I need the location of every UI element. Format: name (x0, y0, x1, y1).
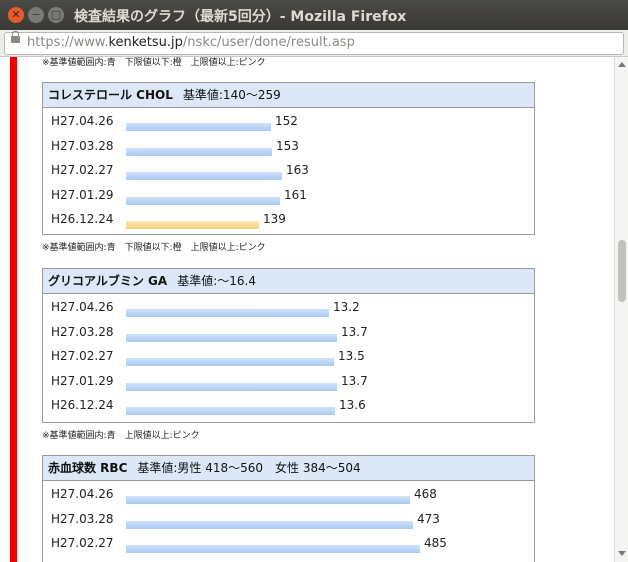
scrollbar-thumb[interactable] (618, 240, 626, 302)
url-path: /nskc/user/done/result.asp (182, 35, 355, 50)
window-title: 検査結果のグラフ（最新5回分）- Mozilla Firefox (74, 9, 407, 25)
chol-value-bar (126, 147, 272, 156)
ga-value-bar (126, 358, 334, 366)
rbc-date-label: H27.03.28 (51, 511, 114, 526)
rbc-date-label: H27.02.27 (51, 536, 114, 550)
ga-date-label: H27.02.27 (51, 349, 114, 363)
rbc-header: 赤血球数 RBC 基準値:男性 418〜560 女性 384〜504 (43, 456, 534, 481)
ga-panel: グリコアルブミン GA 基準値:〜16.4 H27.04.26 13.2 H27.03… (42, 268, 535, 423)
chol-date-label: H27.01.29 (51, 187, 114, 202)
address-bar[interactable]: https://www.kenketsu.jp/nskc/user/done/r… (4, 31, 624, 55)
chol-value-bar (126, 172, 282, 180)
ga-date-label: H27.04.26 (51, 300, 114, 314)
rbc-value-bar (126, 496, 410, 504)
chol-value-label: 152 (275, 114, 298, 128)
ga-result-row: H27.01.29 13.7 (43, 370, 534, 394)
ga-value-label: 13.6 (339, 398, 366, 412)
chol-value-label: 161 (284, 187, 307, 202)
ga-reference: 基準値:〜16.4 (177, 274, 256, 288)
chol-value-label: 163 (286, 163, 309, 177)
legend-note-ga: ※基準値範囲内:青 上限値以上:ピンク (42, 431, 200, 441)
ga-value-label: 13.5 (338, 349, 365, 363)
scroll-up-arrow-icon[interactable] (618, 62, 626, 67)
chol-title: コレステロール CHOL (48, 88, 173, 102)
ga-value-label: 13.7 (341, 373, 368, 388)
rbc-value-label: 473 (417, 511, 440, 526)
ga-date-label: H27.01.29 (51, 373, 114, 388)
accent-side-bar (10, 57, 17, 562)
chol-date-label: H27.02.27 (51, 163, 114, 177)
rbc-value-label: 468 (414, 487, 437, 501)
ga-value-bar (126, 333, 337, 342)
chol-value-label: 139 (263, 212, 286, 226)
ga-value-bar (126, 407, 335, 415)
ga-date-label: H27.03.28 (51, 324, 114, 339)
chol-panel: コレステロール CHOL 基準値:140〜259 H27.04.26 152 H27.… (42, 82, 535, 235)
rbc-result-row: H27.02.27 485 (43, 532, 534, 556)
ga-value-bar (126, 382, 337, 391)
legend-note-top: ※基準値範囲内:青 下限値以下:橙 上限値以上:ピンク (42, 58, 266, 68)
chol-value-bar (126, 123, 271, 131)
maximize-window-button[interactable]: □ (48, 7, 64, 23)
chol-value-bar (126, 196, 280, 205)
url-prefix: https://www. (27, 35, 109, 50)
rbc-date-label: H27.04.26 (51, 487, 114, 501)
chol-result-row: H27.03.28 153 (43, 135, 534, 159)
ga-result-row: H27.02.27 13.5 (43, 345, 534, 369)
chol-result-row: H26.12.24 139 (43, 208, 534, 232)
chol-result-row: H27.04.26 152 (43, 110, 534, 134)
chol-result-row: H27.01.29 161 (43, 184, 534, 208)
ga-title: グリコアルブミン GA (48, 274, 168, 288)
rbc-reference: 基準値:男性 418〜560 女性 384〜504 (137, 461, 361, 475)
rbc-panel: 赤血球数 RBC 基準値:男性 418〜560 女性 384〜504 H27.04… (42, 455, 535, 562)
ga-value-label: 13.2 (333, 300, 360, 314)
window-titlebar: ✕ − □ 検査結果のグラフ（最新5回分）- Mozilla Firefox (0, 0, 628, 30)
page-content: ※基準値範囲内:青 下限値以下:橙 上限値以上:ピンク コレステロール CHOL… (0, 57, 614, 562)
minimize-window-button[interactable]: − (28, 7, 44, 23)
chol-date-label: H27.03.28 (51, 138, 114, 153)
lock-icon (11, 31, 20, 43)
ga-result-row: H26.12.24 13.6 (43, 394, 534, 418)
chol-result-row: H27.02.27 163 (43, 159, 534, 183)
ga-value-bar (126, 309, 329, 317)
vertical-scrollbar[interactable] (614, 57, 628, 562)
rbc-value-label: 485 (424, 536, 447, 550)
rbc-result-row: H27.04.26 468 (43, 483, 534, 507)
navigation-bar: https://www.kenketsu.jp/nskc/user/done/r… (0, 30, 628, 57)
ga-result-row: H27.03.28 13.7 (43, 321, 534, 345)
url-domain: kenketsu.jp (108, 35, 183, 50)
rbc-result-row: H27.03.28 473 (43, 508, 534, 532)
rbc-title: 赤血球数 RBC (48, 461, 128, 475)
ga-header: グリコアルブミン GA 基準値:〜16.4 (43, 269, 534, 294)
chol-date-label: H26.12.24 (51, 212, 114, 226)
chol-value-bar (126, 221, 259, 229)
chol-date-label: H27.04.26 (51, 114, 114, 128)
ga-date-label: H26.12.24 (51, 398, 114, 412)
legend-note-chol: ※基準値範囲内:青 下限値以下:橙 上限値以上:ピンク (42, 243, 266, 253)
chol-value-label: 153 (276, 138, 299, 153)
url-text[interactable]: https://www.kenketsu.jp/nskc/user/done/r… (27, 35, 355, 50)
rbc-value-bar (126, 520, 413, 529)
close-window-button[interactable]: ✕ (8, 7, 24, 23)
rbc-value-bar (126, 545, 420, 553)
ga-result-row: H27.04.26 13.2 (43, 296, 534, 320)
ga-value-label: 13.7 (341, 324, 368, 339)
scroll-down-arrow-icon[interactable] (618, 551, 626, 556)
chol-header: コレステロール CHOL 基準値:140〜259 (43, 83, 534, 108)
chol-reference: 基準値:140〜259 (182, 88, 281, 102)
